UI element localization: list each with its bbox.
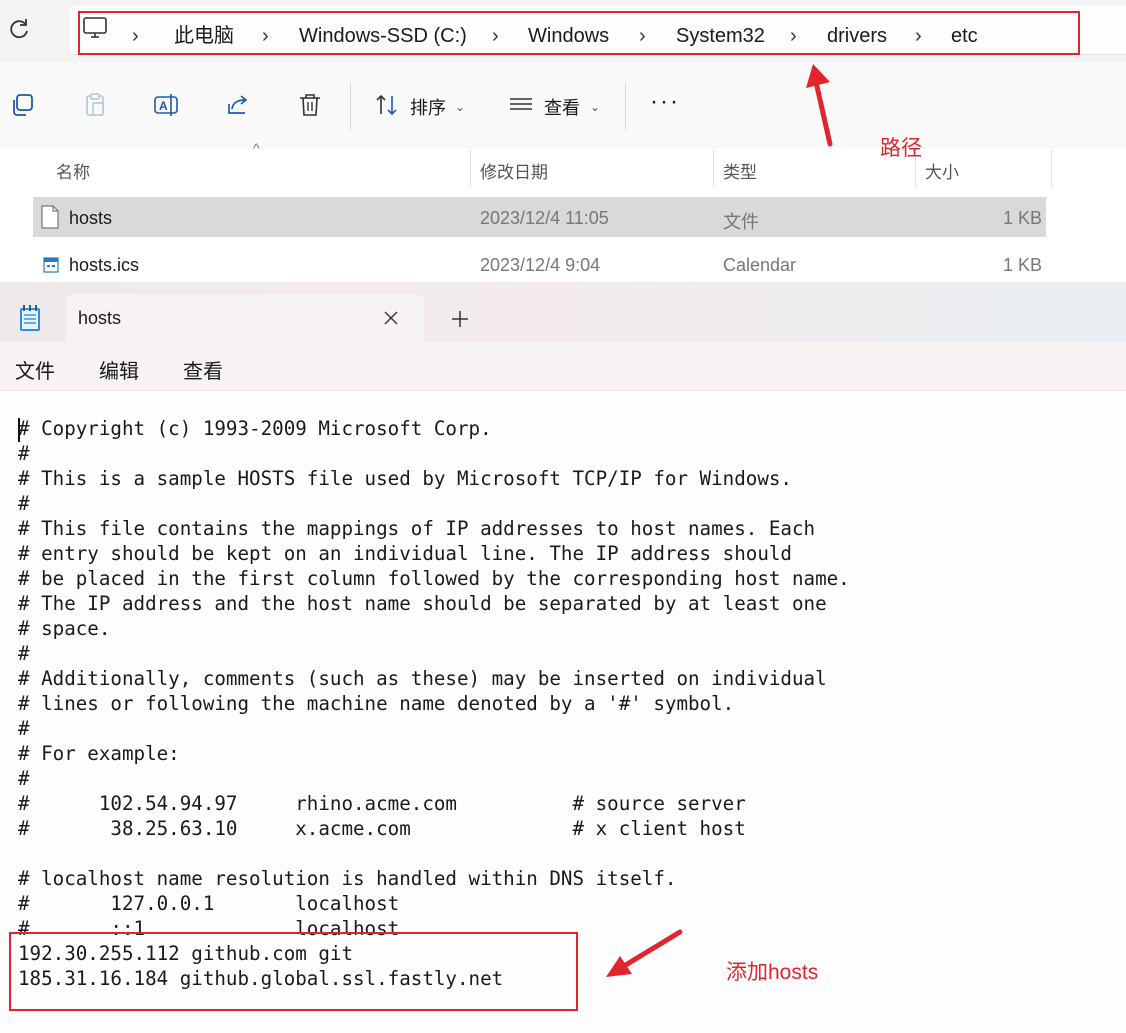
column-divider[interactable] (470, 150, 471, 188)
file-type: Calendar (723, 255, 797, 275)
copy-icon[interactable] (10, 92, 36, 118)
chevron-down-icon[interactable]: ⌄ (455, 100, 465, 114)
editor-line[interactable]: # Additionally, comments (such as these)… (18, 666, 850, 691)
column-header-size[interactable]: 大小 (925, 158, 959, 183)
file-name[interactable]: hosts (69, 208, 112, 229)
column-divider[interactable] (1051, 150, 1052, 188)
column-header-modified[interactable]: 修改日期 (480, 158, 548, 183)
editor-line[interactable]: # For example: (18, 741, 850, 766)
file-modified: 2023/12/4 11:05 (480, 208, 609, 228)
file-size: 1 KB (1003, 255, 1043, 275)
more-options-icon[interactable]: ··· (650, 88, 680, 116)
notepad-app-icon (20, 305, 40, 331)
file-size: 1 KB (1003, 208, 1043, 228)
editor-line[interactable]: # (18, 441, 850, 466)
added-hosts-highlight-box (9, 932, 578, 1011)
rename-icon[interactable]: A (153, 92, 179, 118)
column-divider[interactable] (713, 150, 714, 188)
path-highlight-box (78, 11, 1080, 55)
editor-line[interactable]: # 38.25.63.10 x.acme.com # x client host (18, 816, 850, 841)
editor-line[interactable]: # be placed in the first column followed… (18, 566, 850, 591)
new-tab-plus-icon[interactable] (450, 309, 470, 329)
menu-view[interactable]: 查看 (183, 355, 223, 384)
column-header-name[interactable]: 名称 (56, 158, 90, 183)
file-icon (41, 205, 59, 229)
editor-line[interactable]: # (18, 491, 850, 516)
chevron-down-icon[interactable]: ⌄ (590, 100, 600, 114)
editor-line[interactable] (18, 841, 850, 866)
sort-icon[interactable] (374, 92, 400, 118)
annotation-arrow-left (606, 929, 683, 977)
editor-line[interactable]: # entry should be kept on an individual … (18, 541, 850, 566)
column-header-type[interactable]: 类型 (723, 158, 757, 183)
sort-ascending-icon: ^ (253, 140, 260, 156)
annotation-path-label: 路径 (880, 137, 922, 160)
toolbar-divider (350, 82, 351, 130)
tab-title: hosts (78, 308, 122, 328)
share-icon[interactable] (225, 92, 251, 118)
editor-line[interactable]: # 102.54.94.97 rhino.acme.com # source s… (18, 791, 850, 816)
view-button[interactable]: 查看 (544, 94, 580, 120)
editor-line[interactable]: # This file contains the mappings of IP … (18, 516, 850, 541)
annotation-add-hosts-label: 添加hosts (726, 961, 819, 984)
refresh-icon[interactable] (6, 16, 32, 42)
file-type: 文件 (723, 212, 759, 232)
menu-file[interactable]: 文件 (15, 355, 55, 384)
close-icon[interactable] (382, 309, 400, 327)
paste-icon[interactable] (82, 92, 108, 118)
editor-line[interactable]: # lines or following the machine name de… (18, 691, 850, 716)
file-modified: 2023/12/4 9:04 (480, 255, 601, 275)
text-caret (18, 418, 20, 442)
editor-line[interactable]: # (18, 641, 850, 666)
editor-line[interactable]: # space. (18, 616, 850, 641)
view-icon[interactable] (508, 92, 534, 118)
delete-icon[interactable] (297, 92, 323, 118)
svg-text:A: A (159, 99, 168, 113)
notepad-menu-bar (0, 342, 1126, 391)
editor-line[interactable]: # This is a sample HOSTS file used by Mi… (18, 466, 850, 491)
file-name[interactable]: hosts.ics (69, 255, 139, 276)
menu-edit[interactable]: 编辑 (99, 355, 139, 384)
tab-hosts[interactable]: hosts (66, 294, 424, 342)
editor-line[interactable]: # (18, 766, 850, 791)
editor-line[interactable]: # Copyright (c) 1993-2009 Microsoft Corp… (18, 416, 850, 441)
editor-line[interactable]: # localhost name resolution is handled w… (18, 866, 850, 891)
calendar-file-icon (43, 257, 59, 273)
editor-line[interactable]: # 127.0.0.1 localhost (18, 891, 850, 916)
annotation-arrow-up (806, 64, 833, 147)
toolbar-divider (625, 82, 626, 130)
editor-line[interactable]: # (18, 716, 850, 741)
editor-content[interactable]: # Copyright (c) 1993-2009 Microsoft Corp… (18, 416, 850, 991)
editor-line[interactable]: # The IP address and the host name shoul… (18, 591, 850, 616)
sort-button[interactable]: 排序 (410, 94, 446, 120)
